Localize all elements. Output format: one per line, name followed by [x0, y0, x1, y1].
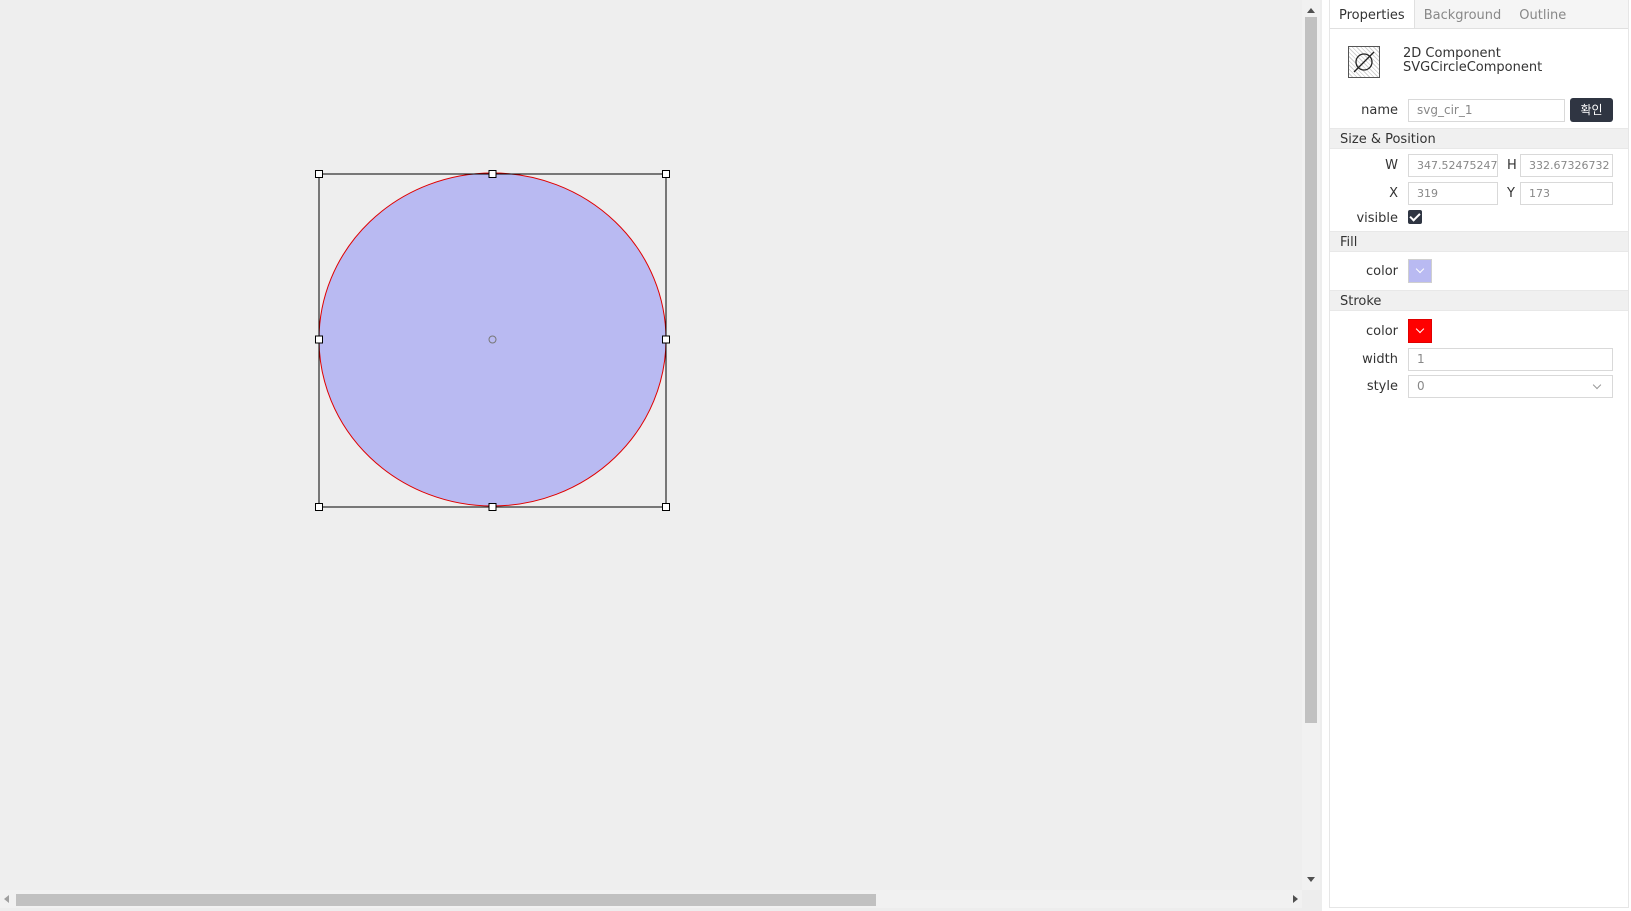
horizontal-scroll-thumb[interactable] — [16, 894, 876, 906]
fill-color-label: color — [1365, 264, 1398, 279]
panel-tabs: Properties Background Outline — [1330, 0, 1628, 29]
editor-root: Properties Background Outline 2D Compone… — [0, 0, 1631, 911]
stroke-style-select[interactable]: 0 — [1408, 375, 1613, 398]
name-row: name svg_cir_1 확인 — [1330, 94, 1628, 128]
stroke-style-row: style 0 — [1330, 374, 1628, 402]
stroke-width-row: width 1 — [1330, 347, 1628, 374]
chevron-down-icon — [1592, 380, 1602, 390]
y-input[interactable]: 173 — [1520, 182, 1613, 205]
tab-background[interactable]: Background — [1415, 0, 1511, 28]
resize-handle-w[interactable] — [315, 335, 323, 344]
tab-outline[interactable]: Outline — [1510, 0, 1575, 28]
resize-handle-s[interactable] — [488, 503, 497, 511]
canvas-svg — [315, 170, 670, 511]
wh-row: W 347.52475247 H 332.67326732 — [1330, 149, 1628, 180]
resize-handle-ne[interactable] — [662, 170, 670, 178]
resize-handle-e[interactable] — [662, 335, 670, 344]
resize-handle-nw[interactable] — [315, 170, 323, 178]
section-size-position: Size & Position — [1330, 128, 1628, 149]
circle-slash-icon — [1348, 46, 1380, 78]
canvas-area — [0, 0, 1322, 911]
section-fill: Fill — [1330, 231, 1628, 252]
x-label: X — [1389, 186, 1398, 201]
component-category: 2D Component — [1403, 46, 1501, 61]
component-info: 2D Component SVGCircleComponent — [1330, 29, 1628, 94]
scroll-right-icon[interactable] — [1293, 895, 1298, 903]
component-class: SVGCircleComponent — [1403, 60, 1543, 75]
properties-panel: Properties Background Outline 2D Compone… — [1329, 0, 1629, 908]
xy-row: X 319 Y 173 — [1330, 180, 1628, 207]
resize-handle-se[interactable] — [662, 503, 670, 511]
resize-handle-n[interactable] — [488, 170, 497, 178]
visible-label: visible — [1356, 211, 1398, 226]
horizontal-scrollbar[interactable] — [0, 890, 1302, 908]
w-label: W — [1385, 158, 1398, 173]
stroke-style-label: style — [1366, 379, 1398, 394]
vertical-scrollbar[interactable] — [1302, 0, 1320, 890]
chevron-down-icon — [1415, 264, 1425, 274]
component-type: 2D Component SVGCircleComponent — [1403, 47, 1542, 75]
stroke-color-row: color — [1330, 311, 1628, 347]
fill-color-picker[interactable] — [1408, 259, 1432, 283]
x-input[interactable]: 319 — [1408, 182, 1498, 205]
scroll-left-icon[interactable] — [4, 895, 9, 903]
stroke-color-picker[interactable] — [1408, 319, 1432, 343]
circle-shape[interactable] — [318, 172, 667, 507]
name-label: name — [1361, 103, 1398, 118]
scroll-down-icon[interactable] — [1307, 877, 1315, 882]
confirm-button[interactable]: 확인 — [1570, 98, 1613, 122]
height-input[interactable]: 332.67326732 — [1520, 154, 1613, 177]
stroke-width-label: width — [1362, 352, 1398, 367]
h-label: H — [1507, 158, 1517, 173]
visible-checkbox[interactable] — [1408, 210, 1422, 224]
design-canvas[interactable] — [0, 0, 1302, 890]
chevron-down-icon — [1415, 324, 1425, 334]
name-input[interactable]: svg_cir_1 — [1408, 99, 1565, 122]
stroke-style-value: 0 — [1417, 379, 1425, 393]
vertical-scroll-thumb[interactable] — [1305, 17, 1317, 723]
resize-handle-sw[interactable] — [315, 503, 323, 511]
tab-properties[interactable]: Properties — [1330, 0, 1415, 28]
stroke-width-input[interactable]: 1 — [1408, 348, 1613, 371]
stroke-color-label: color — [1365, 324, 1398, 339]
y-label: Y — [1507, 186, 1515, 201]
fill-color-row: color — [1330, 252, 1628, 290]
width-input[interactable]: 347.52475247 — [1408, 154, 1498, 177]
section-stroke: Stroke — [1330, 290, 1628, 311]
visible-row: visible — [1330, 207, 1628, 231]
scroll-up-icon[interactable] — [1307, 8, 1315, 13]
